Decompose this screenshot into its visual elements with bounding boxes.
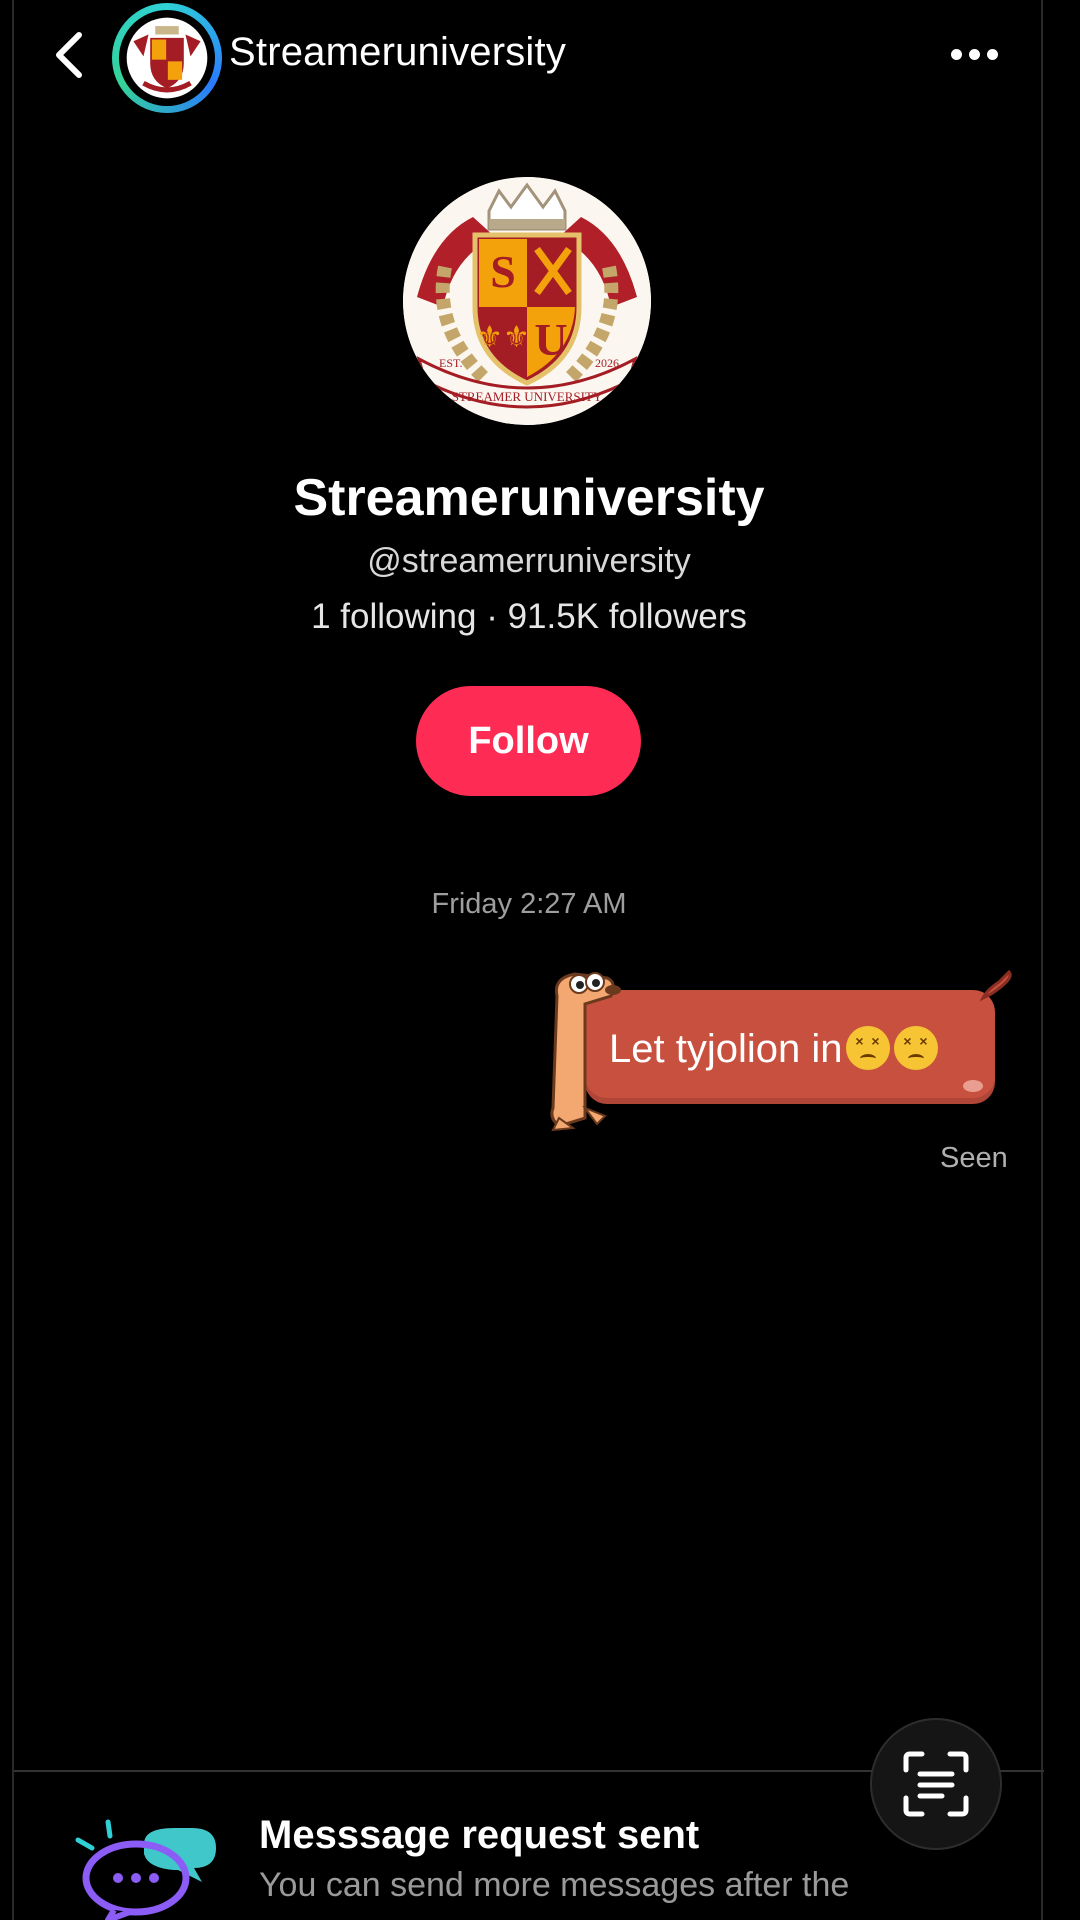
back-chevron-icon xyxy=(56,32,82,78)
header-title[interactable]: Streameruniversity xyxy=(229,30,566,75)
seen-status: Seen xyxy=(940,1142,1008,1174)
message-text: Let tyjolion in xyxy=(609,1027,843,1071)
crest-est-text: EST. xyxy=(439,356,462,370)
left-frame-border xyxy=(12,0,14,1920)
more-dots-icon xyxy=(950,48,962,60)
confounded-face-icon xyxy=(894,1026,939,1070)
crest-ribbon-text: STREAMER UNIVERSITY xyxy=(452,389,603,404)
chat-header: Streameruniversity xyxy=(0,0,1080,113)
message-request-icon xyxy=(75,1819,216,1920)
back-button[interactable] xyxy=(44,22,94,88)
header-avatar[interactable] xyxy=(112,3,222,113)
profile-avatar[interactable]: S ⚜⚜ U EST. 2026 STREAMER UNIVERSITY xyxy=(403,177,651,425)
streamer-university-crest-logo: S ⚜⚜ U EST. 2026 STREAMER UNIVERSITY xyxy=(403,177,651,425)
svg-text:⚜⚜: ⚜⚜ xyxy=(476,320,530,355)
scan-text-button[interactable] xyxy=(870,1718,1002,1850)
crest-year-text: 2026 xyxy=(595,356,619,370)
right-frame-border xyxy=(1041,0,1043,1920)
scan-text-icon xyxy=(903,1751,969,1817)
request-subtitle: You can send more messages after the xyxy=(259,1866,850,1904)
crest-letter-u: U xyxy=(534,314,567,365)
follow-button[interactable]: Follow xyxy=(416,686,641,796)
crest-letter-s: S xyxy=(490,246,516,297)
message-text-line: Let tyjolion in xyxy=(609,1026,939,1072)
message-timestamp: Friday 2:27 AM xyxy=(431,888,627,920)
crest-logo-small xyxy=(126,17,208,99)
profile-name: Streameruniversity xyxy=(293,469,765,527)
message-bubble-container[interactable]: Let tyjolion in xyxy=(545,968,1015,1133)
confounded-face-icon xyxy=(846,1026,891,1070)
profile-handle: @streamerruniversity xyxy=(367,542,691,580)
more-options-button[interactable] xyxy=(944,28,1004,80)
profile-stats: 1 following · 91.5K followers xyxy=(311,597,747,636)
request-title: Messsage request sent xyxy=(259,1813,700,1857)
